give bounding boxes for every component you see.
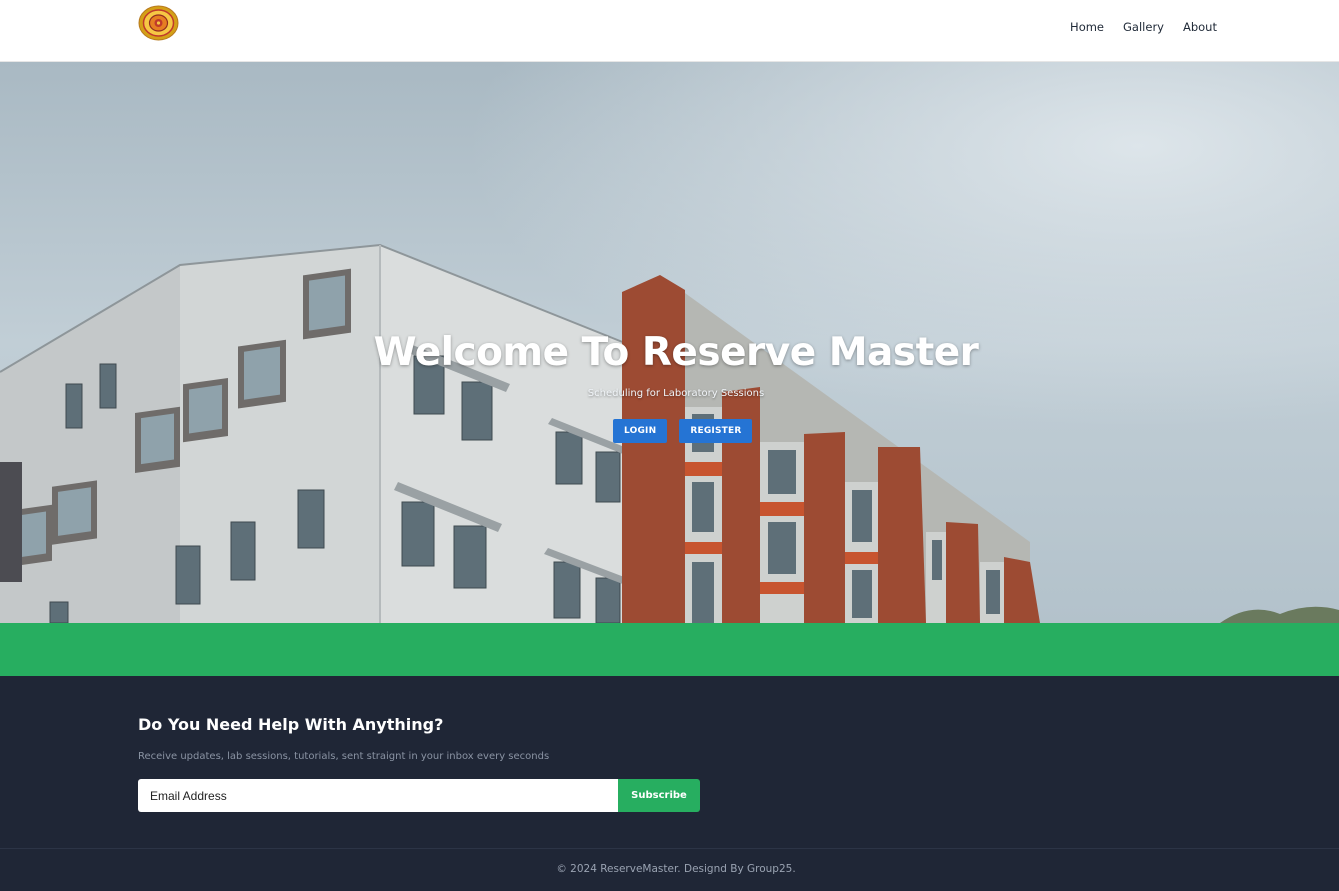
site-footer: Do You Need Help With Anything? Receive …	[0, 676, 1339, 891]
subscribe-button[interactable]: Subscribe	[618, 779, 700, 812]
hero-subtitle: Scheduling for Laboratory Sessions	[587, 388, 765, 399]
newsletter-description: Receive updates, lab sessions, tutorials…	[138, 751, 550, 762]
footer-divider	[0, 848, 1339, 849]
main-nav: Home Gallery About	[1070, 20, 1217, 34]
nav-about[interactable]: About	[1183, 20, 1217, 34]
register-button[interactable]: REGISTER	[679, 419, 753, 443]
nav-home[interactable]: Home	[1070, 20, 1104, 34]
accent-band	[0, 623, 1339, 676]
email-field[interactable]	[138, 779, 618, 812]
site-header: Home Gallery About	[0, 0, 1339, 62]
login-button[interactable]: LOGIN	[613, 419, 668, 443]
nav-gallery[interactable]: Gallery	[1123, 20, 1164, 34]
newsletter-title: Do You Need Help With Anything?	[138, 715, 444, 734]
hero-title: Welcome To Reserve Master	[373, 330, 979, 375]
university-seal-icon[interactable]	[138, 5, 179, 41]
hero-section: Welcome To Reserve Master Scheduling for…	[0, 62, 1339, 623]
hero-actions: LOGIN REGISTER	[613, 419, 753, 443]
copyright-text: © 2024 ReserveMaster. Designd By Group25…	[556, 863, 796, 875]
